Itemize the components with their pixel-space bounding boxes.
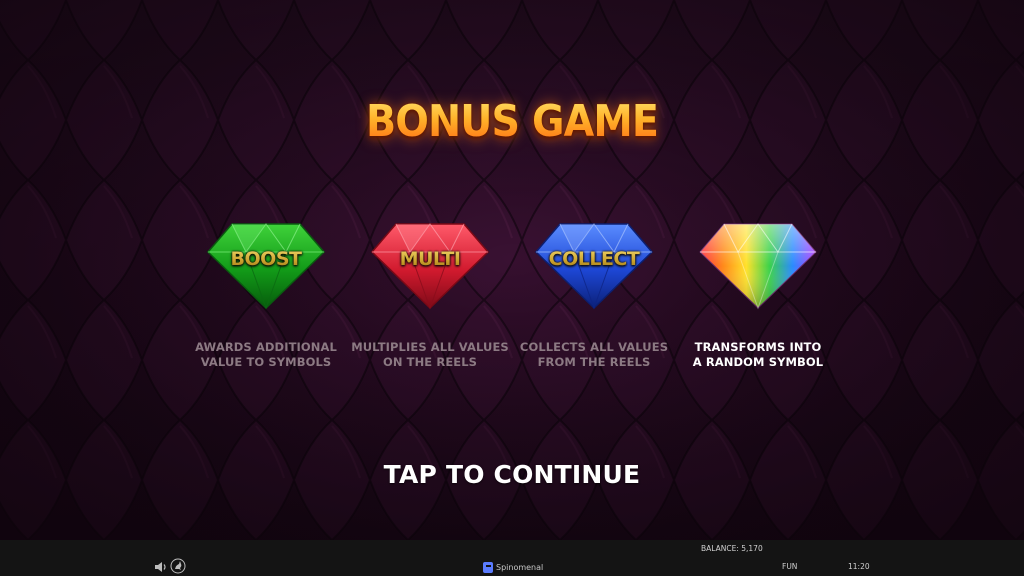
- spinomenal-logo-icon: [483, 561, 493, 573]
- gem-description-multi: MULTIPLIES ALL VALUES ON THE REELS: [351, 340, 509, 369]
- gem-card-multi: MULTI MULTIPLIES ALL VALUES ON THE REELS: [340, 216, 520, 370]
- gem-card-boost: BOOST AWARDS ADDITIONAL VALUE TO SYMBOLS: [176, 216, 356, 370]
- gem-description-boost: AWARDS ADDITIONAL VALUE TO SYMBOLS: [195, 340, 337, 369]
- gem-description-collect: COLLECTS ALL VALUES FROM THE REELS: [519, 340, 669, 369]
- bonus-game-title: BONUS GAME: [51, 96, 973, 147]
- gem-card-rainbow: TRANSFORMS INTO A RANDOM SYMBOL: [668, 216, 848, 370]
- gem-description-rainbow: TRANSFORMS INTO A RANDOM SYMBOL: [692, 340, 824, 369]
- balance-readout: BALANCE: 5,170: [701, 544, 763, 553]
- rabbit-icon[interactable]: [170, 558, 186, 574]
- bottom-status-bar: Spinomenal BALANCE: 5,170 FUN 11:20: [0, 540, 1024, 576]
- red-gem-icon: MULTI: [370, 216, 490, 312]
- green-gem-icon: BOOST: [206, 216, 326, 312]
- gem-card-collect: COLLECT COLLECTS ALL VALUES FROM THE REE…: [504, 216, 684, 370]
- clock-time: 11:20: [848, 562, 870, 571]
- spinomenal-brand: Spinomenal: [483, 560, 543, 574]
- gem-label-boost: BOOST: [206, 248, 326, 270]
- blue-gem-icon: COLLECT: [534, 216, 654, 312]
- gem-features-row: BOOST AWARDS ADDITIONAL VALUE TO SYMBOLS: [0, 216, 1024, 376]
- brand-name: Spinomenal: [496, 562, 544, 572]
- rainbow-gem-icon: [698, 216, 818, 312]
- tap-to-continue-button[interactable]: TAP TO CONTINUE: [0, 460, 1024, 489]
- bonus-game-screen[interactable]: BONUS GAME BOOST AWARDS ADDITIONAL VALUE…: [0, 0, 1024, 576]
- play-mode-label: FUN: [782, 562, 798, 571]
- gem-label-multi: MULTI: [370, 248, 490, 270]
- speaker-icon[interactable]: [154, 559, 168, 573]
- gem-label-collect: COLLECT: [534, 248, 654, 270]
